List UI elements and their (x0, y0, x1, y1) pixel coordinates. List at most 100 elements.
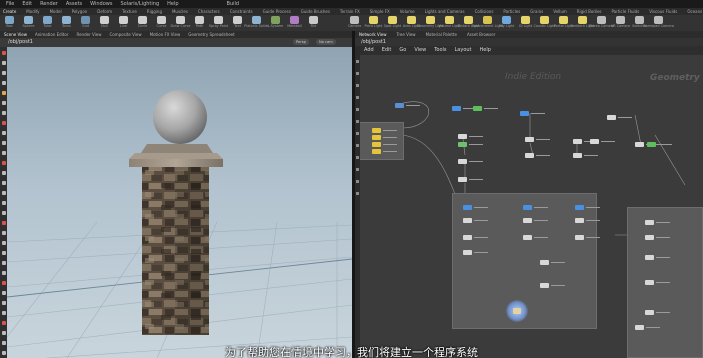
desktop-selector[interactable]: Build (227, 0, 240, 8)
viewport-tool-icon[interactable] (1, 251, 6, 255)
sop-node[interactable] (645, 235, 670, 240)
shelf-tool-button[interactable]: L-System (268, 15, 283, 31)
tab-geometry-spreadsheet[interactable]: Geometry Spreadsheet (188, 31, 234, 38)
sop-node[interactable] (575, 235, 600, 240)
shelf-tab[interactable]: Deform (97, 8, 112, 15)
viewport-tool-icon[interactable] (1, 131, 6, 135)
shelf-tool-button[interactable]: Path (192, 15, 207, 31)
tab-animation-editor[interactable]: Animation Editor (35, 31, 69, 38)
viewport-tool-icon[interactable] (1, 181, 6, 185)
display-camera-menu[interactable]: No cam (316, 39, 336, 45)
shelf-tab[interactable]: Viscous Fluids (649, 8, 677, 15)
menu-windows[interactable]: Windows (90, 0, 112, 8)
sop-node[interactable] (372, 128, 397, 133)
viewport-tool-icon[interactable] (1, 101, 6, 105)
sop-node[interactable] (523, 218, 548, 223)
shelf-tool-button[interactable]: Box (2, 15, 17, 31)
network-tool-icon[interactable] (356, 60, 359, 63)
sop-node[interactable] (645, 255, 670, 260)
shelf-tool-button[interactable]: Circle (135, 15, 150, 31)
shelf-tool-button[interactable]: Camera (347, 15, 362, 31)
viewport-tool-icon[interactable] (1, 121, 6, 125)
viewport-tool-icon[interactable] (1, 321, 6, 325)
viewport-tool-icon[interactable] (1, 111, 6, 115)
tab-scene-view[interactable]: Scene View (4, 31, 27, 38)
shelf-tab[interactable]: Oceans (687, 8, 702, 15)
shelf-tool-button[interactable]: Spot Light (384, 15, 401, 31)
shelf-tool-button[interactable]: Portal Light (554, 15, 573, 31)
viewport-tool-icon[interactable] (1, 51, 6, 55)
viewport-tool-icon[interactable] (1, 271, 6, 275)
net-menu-edit[interactable]: Edit (382, 46, 392, 55)
shelf-tool-button[interactable]: Sphere (21, 15, 36, 31)
shelf-tab[interactable]: Guide Process (263, 8, 291, 15)
shelf-tab[interactable]: Create (3, 8, 16, 15)
network-tool-icon[interactable] (356, 168, 359, 171)
shelf-tool-button[interactable]: Draw Curve (171, 15, 190, 31)
net-menu-go[interactable]: Go (399, 46, 406, 55)
sop-node[interactable] (647, 142, 672, 147)
tab-render-view[interactable]: Render View (76, 31, 101, 38)
network-editor[interactable]: Indie Edition Geometry (355, 55, 703, 358)
tab-composite-view[interactable]: Composite View (110, 31, 142, 38)
shelf-tab[interactable]: Terrain FX (340, 8, 360, 15)
sop-node[interactable] (575, 205, 600, 210)
viewport-tool-icon[interactable] (1, 281, 6, 285)
shelf-tool-button[interactable]: Ambient Light (571, 15, 594, 31)
sop-node[interactable] (395, 103, 420, 108)
viewport-tool-icon[interactable] (1, 301, 6, 305)
sop-node[interactable] (590, 139, 615, 144)
shelf-tool-button[interactable]: Point Light (365, 15, 382, 31)
sop-node[interactable] (523, 235, 548, 240)
sop-node[interactable] (645, 280, 670, 285)
sop-node[interactable] (573, 139, 598, 144)
viewport-tool-icon[interactable] (1, 331, 6, 335)
network-tool-icon[interactable] (356, 84, 359, 87)
sop-node[interactable] (635, 142, 660, 147)
viewport-tool-icon[interactable] (1, 191, 6, 195)
net-menu-tools[interactable]: Tools (434, 46, 446, 55)
viewport-tool-icon[interactable] (1, 201, 6, 205)
sop-node[interactable] (463, 250, 488, 255)
viewport-tool-icon[interactable] (1, 71, 6, 75)
network-tool-icon[interactable] (356, 180, 359, 183)
sop-node[interactable] (607, 115, 632, 120)
viewport-tool-icon[interactable] (1, 311, 6, 315)
menu-render[interactable]: Render (40, 0, 58, 8)
menu-solaris[interactable]: Solaris/Lighting (120, 0, 159, 8)
network-tool-icon[interactable] (356, 72, 359, 75)
shelf-tool-button[interactable]: Curve (154, 15, 169, 31)
sop-node[interactable] (573, 153, 598, 158)
shelf-tab[interactable]: Characters (198, 8, 220, 15)
menu-edit[interactable]: Edit (22, 0, 32, 8)
network-tool-icon[interactable] (356, 96, 359, 99)
shelf-tab[interactable]: Grains (530, 8, 543, 15)
sop-node[interactable] (372, 135, 397, 140)
shelf-tool-button[interactable]: VR Camera (611, 15, 630, 31)
tab-asset-browser[interactable]: Asset Browser (467, 31, 495, 38)
shelf-tab[interactable]: Vellum (553, 8, 567, 15)
sop-node[interactable] (458, 142, 483, 147)
tab-material-palette[interactable]: Material Palette (426, 31, 457, 38)
sop-node[interactable] (645, 310, 670, 315)
menu-help[interactable]: Help (167, 0, 178, 8)
sop-node[interactable] (525, 137, 550, 142)
sop-node[interactable] (540, 260, 565, 265)
shelf-tool-button[interactable]: Tube (40, 15, 55, 31)
shelf-tool-button[interactable]: Grid (78, 15, 93, 31)
viewport-tool-icon[interactable] (1, 81, 6, 85)
viewport-tool-icon[interactable] (1, 151, 6, 155)
shelf-tool-button[interactable]: Stereo Camera (589, 15, 614, 31)
shelf-tab[interactable]: Polygon (72, 8, 88, 15)
sop-node[interactable] (452, 106, 477, 111)
shelf-tab[interactable]: Rigging (147, 8, 162, 15)
net-menu-help[interactable]: Help (480, 46, 491, 55)
viewport-tool-icon[interactable] (1, 161, 6, 165)
tab-motion-fx-view[interactable]: Motion FX View (150, 31, 181, 38)
shelf-tab[interactable]: Particles (503, 8, 520, 15)
sop-node[interactable] (635, 325, 660, 330)
sop-node[interactable] (523, 205, 548, 210)
shelf-tab[interactable]: Rigid Bodies (577, 8, 602, 15)
viewport-tool-icon[interactable] (1, 241, 6, 245)
sop-node[interactable] (473, 106, 498, 111)
